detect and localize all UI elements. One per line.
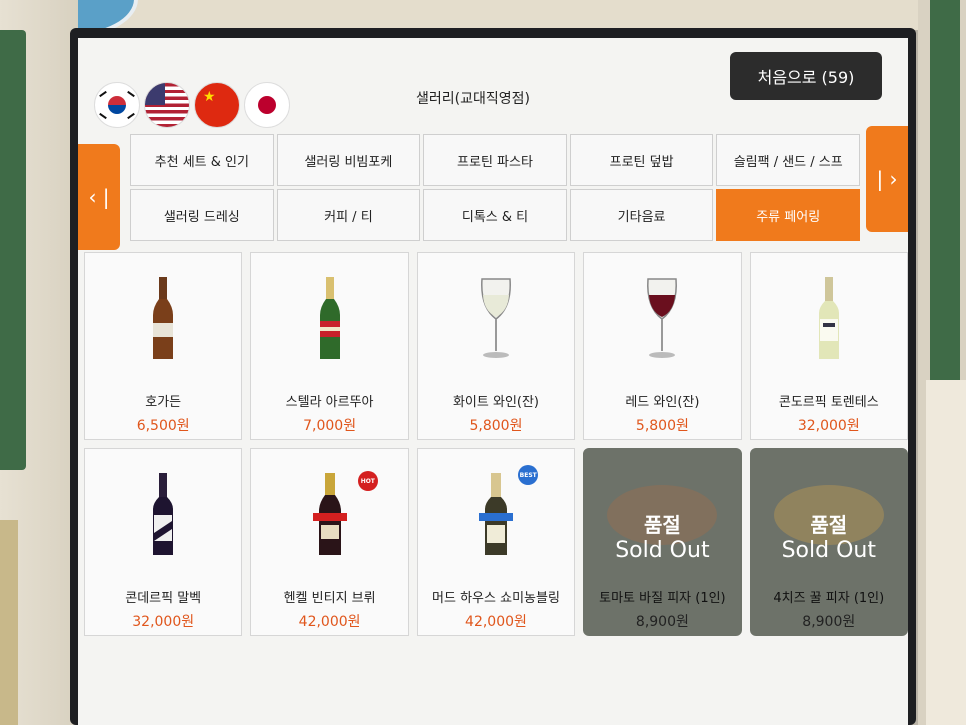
wall-strip <box>0 30 26 470</box>
product-grid: 호가든 6,500원 스텔라 아르뚜아 7,000원 화이트 와인(잔) 5,8… <box>84 252 908 636</box>
product-price: 6,500원 <box>136 418 190 434</box>
sparkling-bottle-icon <box>251 465 407 565</box>
wall-strip <box>926 380 966 725</box>
soldout-overlay: 품절 Sold Out <box>584 509 740 563</box>
product-name: 스텔라 아르뚜아 <box>285 395 374 410</box>
us-flag-icon[interactable] <box>144 82 190 128</box>
product-card[interactable]: 스텔라 아르뚜아 7,000원 <box>250 252 409 440</box>
beer-bottle-icon <box>85 269 241 369</box>
sun-disc <box>258 96 276 114</box>
tab-category[interactable]: 샐러링 드레싱 <box>130 189 274 241</box>
product-name: 화이트 와인(잔) <box>452 395 540 410</box>
product-price: 32,000원 <box>132 614 195 630</box>
soldout-label-en: Sold Out <box>615 538 710 563</box>
wine-bottle-icon <box>418 465 574 565</box>
kiosk-screen: ★ 샐러리(교대직영점) 처음으로 (59) ‹ | | › 추천 세트 & 인… <box>78 38 908 725</box>
store-title: 샐러리(교대직영점) <box>416 91 530 107</box>
product-name: 헨켈 빈티지 브뤼 <box>283 591 376 606</box>
soldout-overlay: 품절 Sold Out <box>751 509 907 563</box>
product-name: 4치즈 꿀 피자 (1인) <box>773 591 885 606</box>
language-selector: ★ <box>94 82 290 128</box>
product-name: 콘데르픽 말벡 <box>125 591 202 606</box>
tab-category-active[interactable]: 주류 페어링 <box>716 189 860 241</box>
soldout-label-en: Sold Out <box>781 538 876 563</box>
product-name: 호가든 <box>145 395 182 410</box>
next-category-button[interactable]: | › <box>866 126 908 232</box>
trigram <box>127 90 135 98</box>
tab-category[interactable]: 커피 / 티 <box>276 189 421 241</box>
china-flag-icon[interactable]: ★ <box>194 82 240 128</box>
product-price: 5,800원 <box>635 418 689 434</box>
product-card[interactable]: 콘도르픽 토렌테스 32,000원 <box>749 252 908 440</box>
trigram <box>99 112 107 120</box>
white-wine-glass-icon <box>418 269 574 369</box>
product-price: 32,000원 <box>797 418 860 434</box>
soldout-label-ko: 품절 <box>810 513 848 537</box>
wall-strip <box>930 0 960 380</box>
wall-strip <box>0 520 18 725</box>
product-card[interactable]: 화이트 와인(잔) 5,800원 <box>416 252 576 440</box>
product-price: 5,800원 <box>469 418 523 434</box>
product-card[interactable]: 콘데르픽 말벡 32,000원 <box>84 448 243 636</box>
wine-bottle-icon <box>85 465 241 565</box>
product-card-soldout: 품절 Sold Out 4치즈 꿀 피자 (1인) 8,900원 <box>749 448 908 636</box>
product-name: 레드 와인(잔) <box>625 395 700 410</box>
product-card[interactable]: 호가든 6,500원 <box>84 252 243 440</box>
product-name: 머드 하우스 쇼미농블링 <box>432 591 560 606</box>
wall-left <box>0 0 78 725</box>
star-icon: ★ <box>203 89 216 105</box>
product-price: 42,000원 <box>465 614 527 630</box>
product-name: 콘도르픽 토렌테스 <box>778 395 879 410</box>
red-wine-glass-icon <box>584 269 740 369</box>
product-price: 8,900원 <box>802 614 856 630</box>
home-button[interactable]: 처음으로 (59) <box>730 52 882 100</box>
product-card-soldout: 품절 Sold Out 토마토 바질 피자 (1인) 8,900원 <box>583 448 742 636</box>
tab-category[interactable]: 기타음료 <box>569 189 714 241</box>
product-name: 토마토 바질 피자 (1인) <box>599 591 726 606</box>
trigram <box>99 90 107 98</box>
beer-bottle-icon <box>251 269 407 369</box>
product-price: 42,000원 <box>298 614 361 630</box>
product-price: 7,000원 <box>303 418 357 434</box>
flag-canton <box>145 83 165 105</box>
soldout-label-ko: 품절 <box>643 513 681 537</box>
product-card[interactable]: BEST 머드 하우스 쇼미농블링 42,000원 <box>416 448 576 636</box>
taegeuk-symbol <box>108 96 126 114</box>
tab-category[interactable]: 디톡스 & 티 <box>423 189 567 241</box>
wine-bottle-icon <box>751 269 907 369</box>
tab-category[interactable]: 프로틴 덮밥 <box>569 134 714 186</box>
prev-category-button[interactable]: ‹ | <box>78 144 120 250</box>
wall-right <box>918 0 966 725</box>
wall-top <box>0 0 966 38</box>
product-card[interactable]: 레드 와인(잔) 5,800원 <box>583 252 742 440</box>
korean-flag-icon[interactable] <box>94 82 140 128</box>
trigram <box>127 112 135 120</box>
category-tabs: 추천 세트 & 인기 샐러링 비빔포케 프로틴 파스타 프로틴 덮밥 슬림팩 /… <box>130 134 860 241</box>
tab-category[interactable]: 슬림팩 / 샌드 / 스프 <box>716 134 860 186</box>
tab-category[interactable]: 샐러링 비빔포케 <box>276 134 421 186</box>
japan-flag-icon[interactable] <box>244 82 290 128</box>
tab-category[interactable]: 프로틴 파스타 <box>423 134 567 186</box>
product-price: 8,900원 <box>635 614 689 630</box>
product-card[interactable]: HOT 헨켈 빈티지 브뤼 42,000원 <box>250 448 409 636</box>
tab-category[interactable]: 추천 세트 & 인기 <box>130 134 274 186</box>
